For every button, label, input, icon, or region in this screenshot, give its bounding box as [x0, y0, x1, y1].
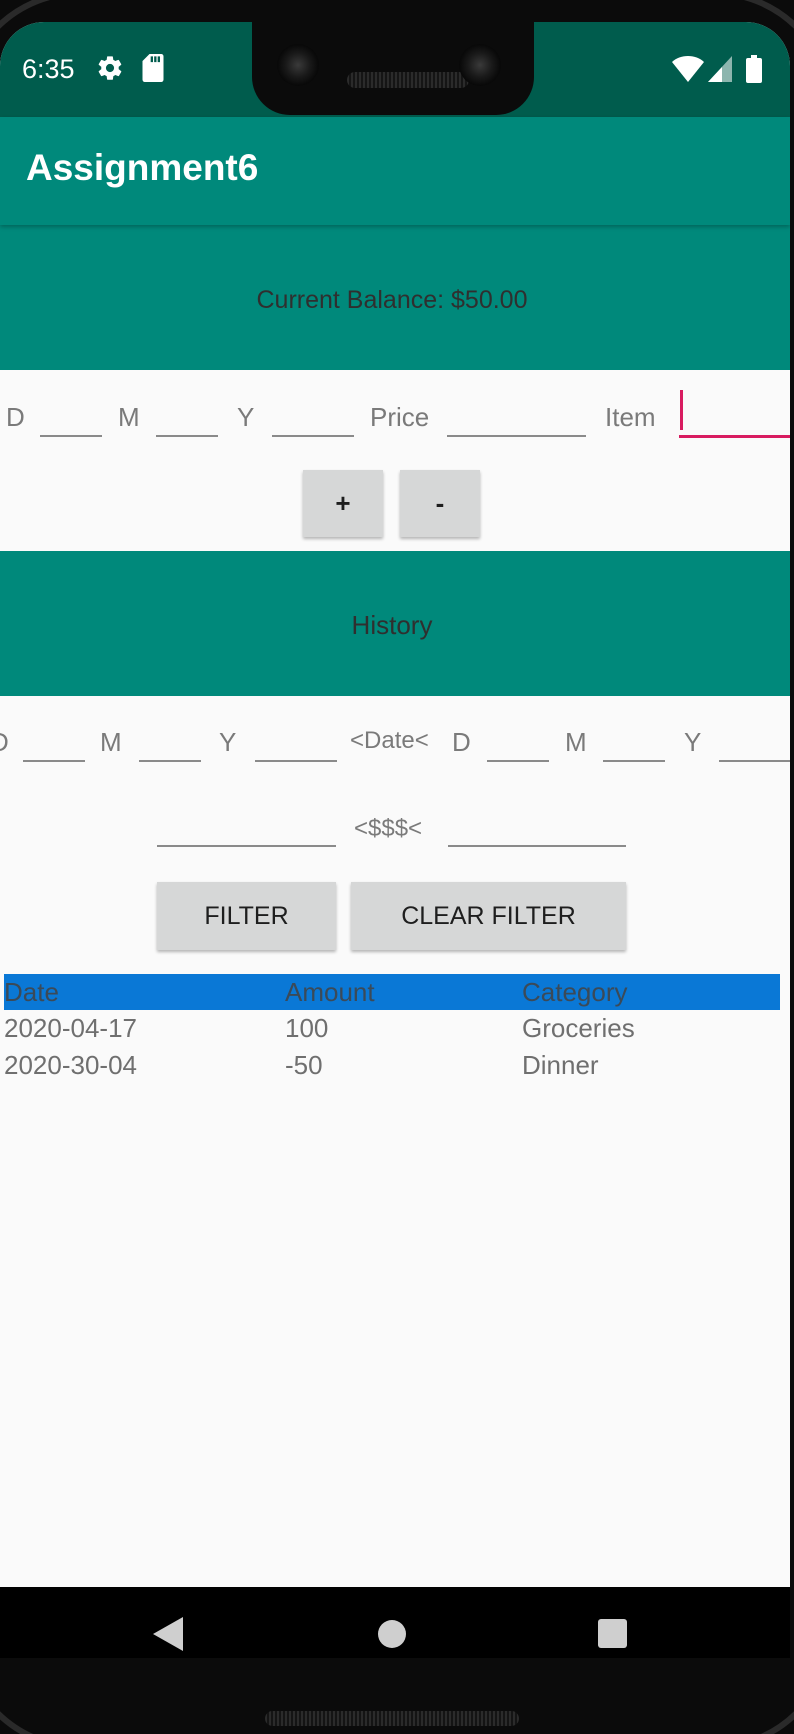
month-input-underline — [156, 435, 218, 437]
table-header: Date Amount Category — [4, 974, 780, 1010]
day-input[interactable] — [40, 392, 102, 437]
balance-panel: Current Balance: $50.00 — [0, 225, 790, 370]
header-amount: Amount — [285, 977, 375, 1007]
date-range-separator: <Date< — [350, 727, 429, 754]
from-year-label: Y — [219, 727, 237, 757]
table-row[interactable]: 2020-04-17 100 Groceries — [4, 1010, 780, 1047]
bottom-speaker — [265, 1711, 519, 1726]
earpiece-speaker — [347, 72, 469, 88]
subtract-button[interactable]: - — [400, 470, 480, 537]
min-amount-underline — [157, 845, 336, 847]
price-input[interactable] — [447, 392, 586, 437]
max-amount-underline — [448, 845, 626, 847]
to-day-underline — [487, 760, 549, 762]
history-title: History — [351, 610, 433, 640]
to-month-label: M — [565, 727, 587, 757]
month-input[interactable] — [156, 392, 218, 437]
back-icon[interactable] — [153, 1617, 183, 1656]
price-label: Price — [370, 402, 430, 432]
year-input-underline — [272, 435, 354, 437]
history-panel: History — [0, 551, 790, 696]
from-day-label: D — [0, 727, 9, 758]
row-category: Groceries — [522, 1013, 635, 1043]
from-month-label: M — [100, 727, 122, 757]
camera-notch — [252, 22, 534, 115]
row-date: 2020-30-04 — [4, 1050, 137, 1080]
wifi-icon — [672, 56, 704, 87]
price-input-underline — [447, 435, 586, 437]
status-bar: 6:35 — [0, 22, 790, 117]
app-screen: 6:35 Assignment6 Current Balance: $50.00… — [0, 22, 790, 1658]
signal-icon — [708, 56, 732, 87]
sd-card-icon — [141, 54, 165, 87]
item-input[interactable] — [679, 390, 790, 438]
status-time: 6:35 — [22, 54, 75, 84]
row-amount: 100 — [285, 1013, 329, 1043]
home-icon[interactable] — [378, 1620, 406, 1648]
row-date: 2020-04-17 — [4, 1013, 137, 1043]
from-day-input[interactable] — [23, 717, 85, 762]
amount-range-separator: <$$$< — [354, 815, 423, 842]
from-day-underline — [23, 760, 85, 762]
to-day-input[interactable] — [487, 717, 549, 762]
to-year-input[interactable] — [719, 717, 790, 762]
year-input[interactable] — [272, 392, 354, 437]
to-day-label: D — [452, 727, 471, 757]
current-balance: Current Balance: $50.00 — [256, 286, 528, 314]
row-amount: -50 — [285, 1050, 323, 1080]
from-year-underline — [255, 760, 337, 762]
day-input-underline — [40, 435, 102, 437]
table-row[interactable]: 2020-30-04 -50 Dinner — [4, 1047, 780, 1084]
to-year-underline — [719, 760, 790, 762]
front-sensor — [459, 44, 501, 86]
app-bar: Assignment6 — [0, 117, 790, 225]
filter-button[interactable]: FILTER — [157, 882, 336, 950]
app-title: Assignment6 — [26, 147, 259, 188]
gear-icon — [96, 54, 124, 87]
year-label: Y — [237, 402, 255, 432]
front-camera — [277, 44, 319, 86]
item-input-underline — [679, 435, 790, 438]
row-category: Dinner — [522, 1050, 599, 1080]
recents-icon[interactable] — [598, 1619, 627, 1648]
header-date: Date — [4, 977, 59, 1007]
day-label: D — [6, 402, 25, 432]
item-label: Item — [605, 402, 656, 432]
max-amount-input[interactable] — [448, 802, 626, 847]
system-nav-bar — [0, 1587, 790, 1658]
month-label: M — [118, 402, 140, 432]
to-year-label: Y — [684, 727, 702, 757]
phone-frame: 6:35 Assignment6 Current Balance: $50.00… — [0, 0, 794, 1734]
text-cursor — [680, 390, 683, 430]
to-month-underline — [603, 760, 665, 762]
from-year-input[interactable] — [255, 717, 337, 762]
battery-icon — [746, 55, 762, 88]
from-month-underline — [139, 760, 201, 762]
clear-filter-button[interactable]: CLEAR FILTER — [351, 882, 626, 950]
from-month-input[interactable] — [139, 717, 201, 762]
history-table: Date Amount Category 2020-04-17 100 Groc… — [4, 974, 780, 1084]
header-category: Category — [522, 977, 628, 1007]
min-amount-input[interactable] — [157, 802, 336, 847]
to-month-input[interactable] — [603, 717, 665, 762]
add-button[interactable]: + — [303, 470, 383, 537]
